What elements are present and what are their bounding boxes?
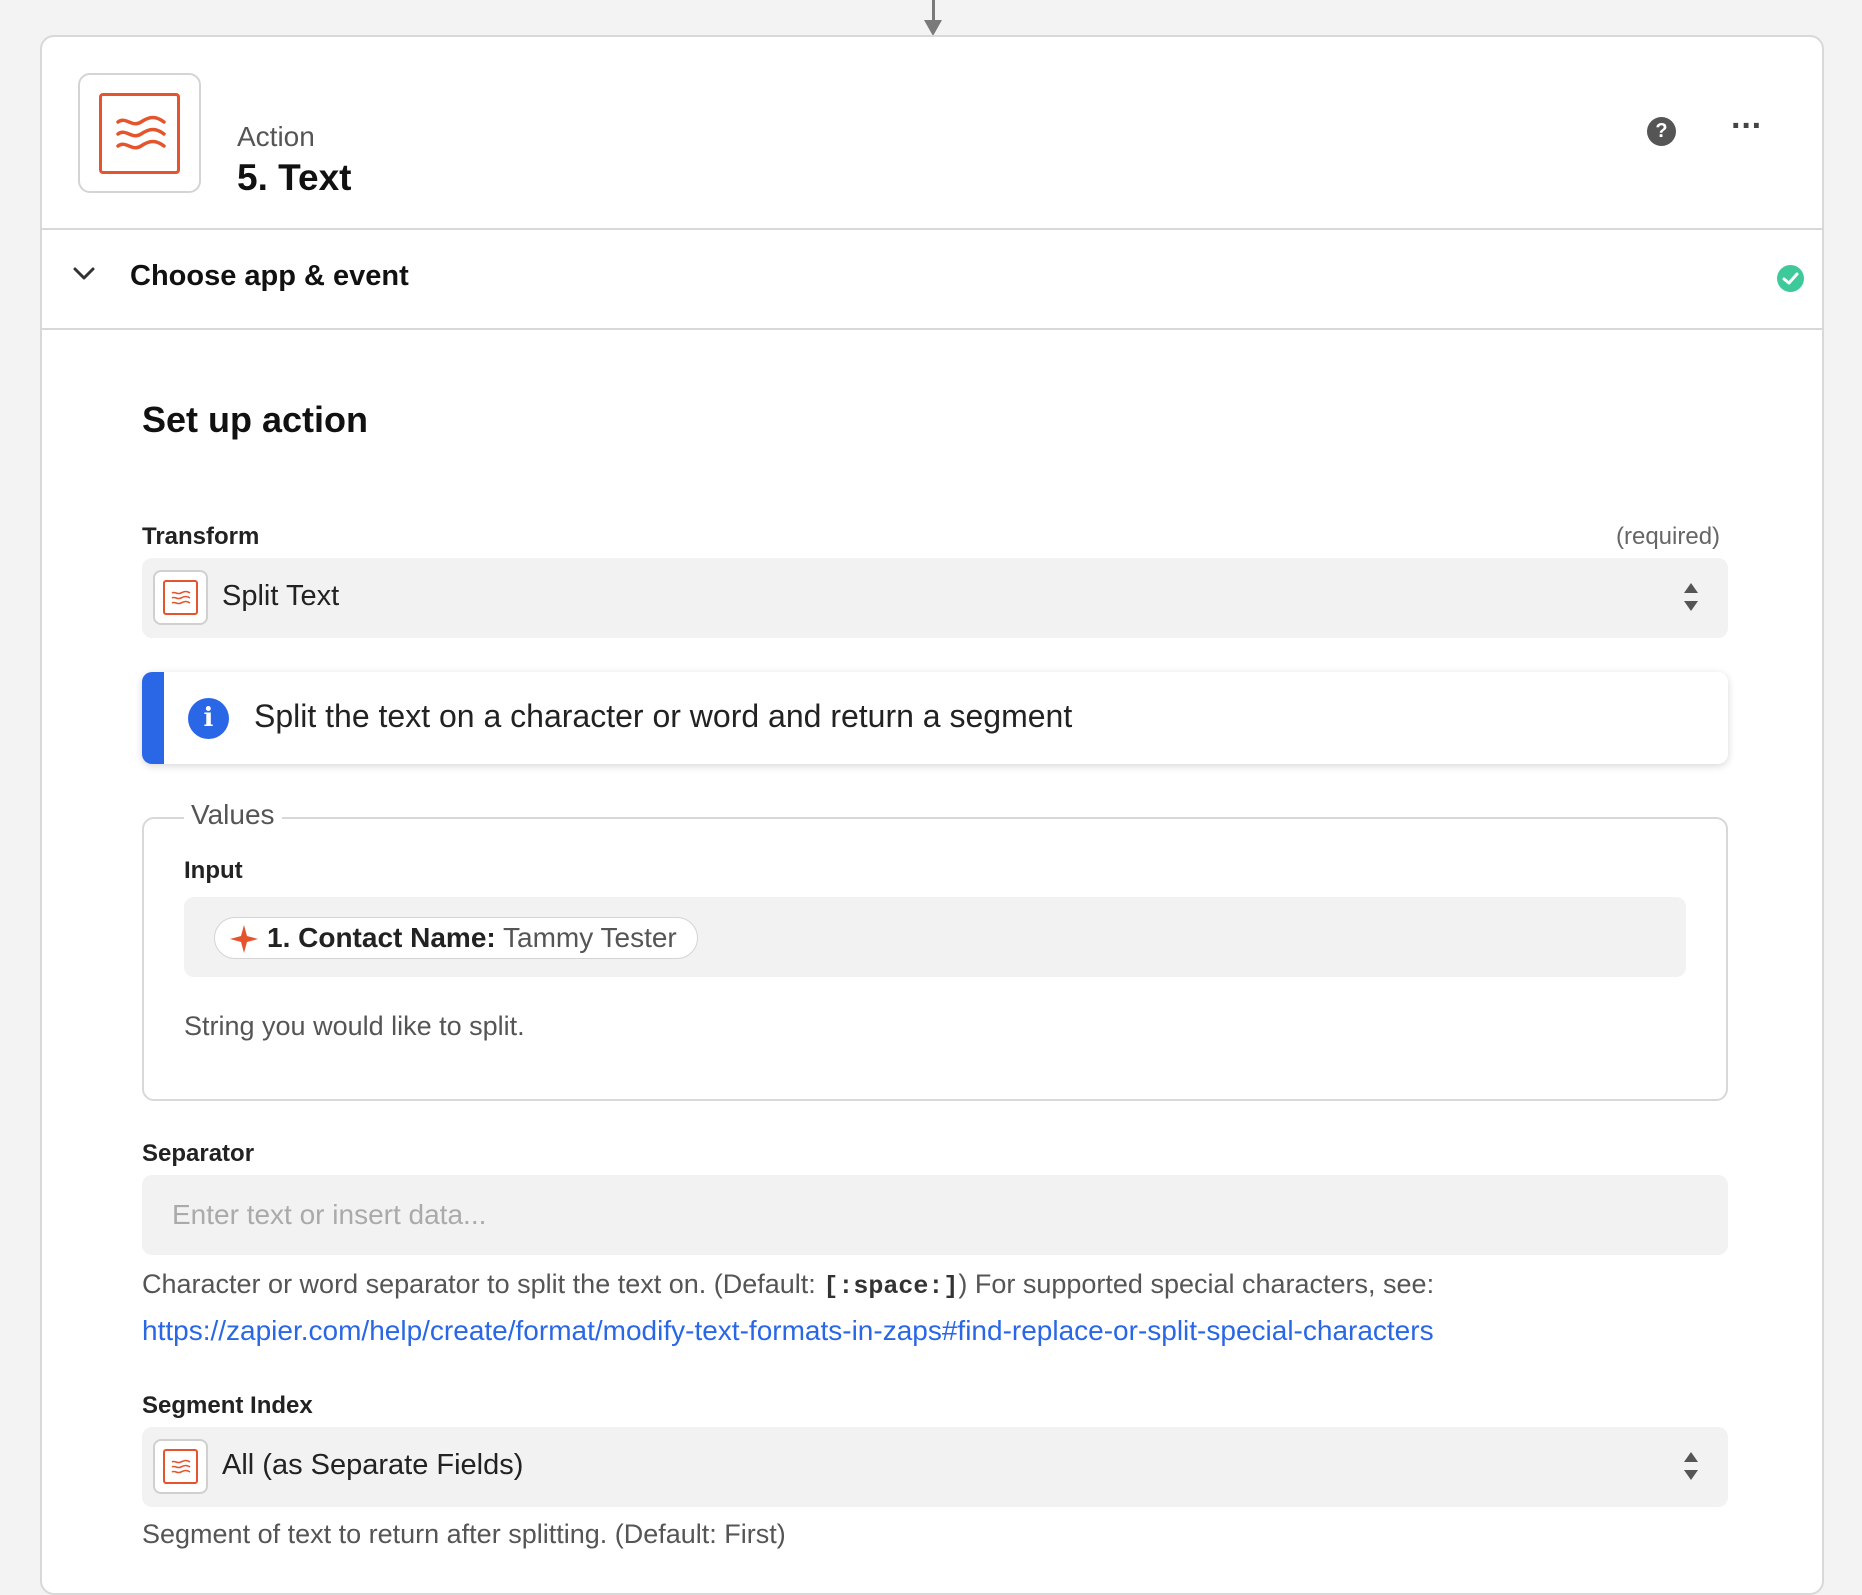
transform-label: Transform — [142, 523, 260, 550]
step-header: Action 5. Text ? ··· — [42, 37, 1822, 230]
pill-value: Tammy Tester — [503, 922, 677, 953]
info-icon: i — [188, 698, 229, 739]
values-fieldset: Values Input 1. Contact Name: Tammy Test… — [142, 799, 1728, 1101]
segment-index-value: All (as Separate Fields) — [222, 1449, 524, 1481]
separator-help-code: [:space:] — [823, 1272, 959, 1301]
info-text: Split the text on a character or word an… — [254, 698, 1073, 734]
help-icon[interactable]: ? — [1647, 117, 1676, 146]
separator-label: Separator — [142, 1140, 255, 1167]
required-note: (required) — [1616, 523, 1721, 550]
connector-arrow-icon — [924, 20, 942, 36]
formatter-icon — [153, 1439, 208, 1494]
transform-select[interactable]: Split Text — [142, 558, 1728, 638]
separator-help-prefix: Character or word separator to split the… — [142, 1269, 824, 1299]
step-title[interactable]: 5. Text — [237, 157, 351, 199]
segment-index-select[interactable]: All (as Separate Fields) — [142, 1427, 1728, 1507]
separator-help-suffix: ) For supported special characters, see: — [958, 1269, 1435, 1299]
transform-value: Split Text — [222, 580, 340, 612]
connector-line — [932, 0, 935, 22]
select-arrows-icon — [1684, 1452, 1698, 1480]
pill-key: 1. Contact Name: — [267, 922, 496, 953]
formatter-icon — [153, 570, 208, 625]
section-title[interactable]: Choose app & event — [130, 260, 409, 293]
data-pill[interactable]: 1. Contact Name: Tammy Tester — [214, 917, 698, 959]
special-characters-link[interactable]: https://zapier.com/help/create/format/mo… — [142, 1315, 1434, 1347]
app-logo — [78, 73, 201, 193]
separator-placeholder: Enter text or insert data... — [172, 1199, 487, 1230]
input-field[interactable]: 1. Contact Name: Tammy Tester — [184, 897, 1686, 977]
segment-index-label: Segment Index — [142, 1392, 313, 1419]
separator-input[interactable]: Enter text or insert data... — [142, 1175, 1728, 1255]
step-type-label: Action — [237, 121, 315, 152]
formatter-icon — [99, 93, 180, 174]
segment-index-help: Segment of text to return after splittin… — [142, 1519, 786, 1549]
select-arrows-icon — [1684, 583, 1698, 611]
input-label: Input — [184, 857, 243, 884]
input-help: String you would like to split. — [184, 1011, 525, 1041]
values-legend: Values — [184, 799, 282, 831]
sparkle-icon — [230, 925, 258, 953]
more-options-icon[interactable]: ··· — [1731, 107, 1763, 146]
choose-app-event-section[interactable]: Choose app & event — [42, 228, 1822, 330]
setup-title: Set up action — [142, 399, 369, 440]
info-accent — [142, 672, 164, 764]
chevron-down-icon[interactable] — [72, 266, 96, 282]
action-step-card: Action 5. Text ? ··· Choose app & event … — [40, 35, 1824, 1595]
info-banner: i Split the text on a character or word … — [142, 672, 1728, 764]
separator-help: Character or word separator to split the… — [142, 1269, 1434, 1301]
check-circle-icon — [1777, 265, 1804, 292]
